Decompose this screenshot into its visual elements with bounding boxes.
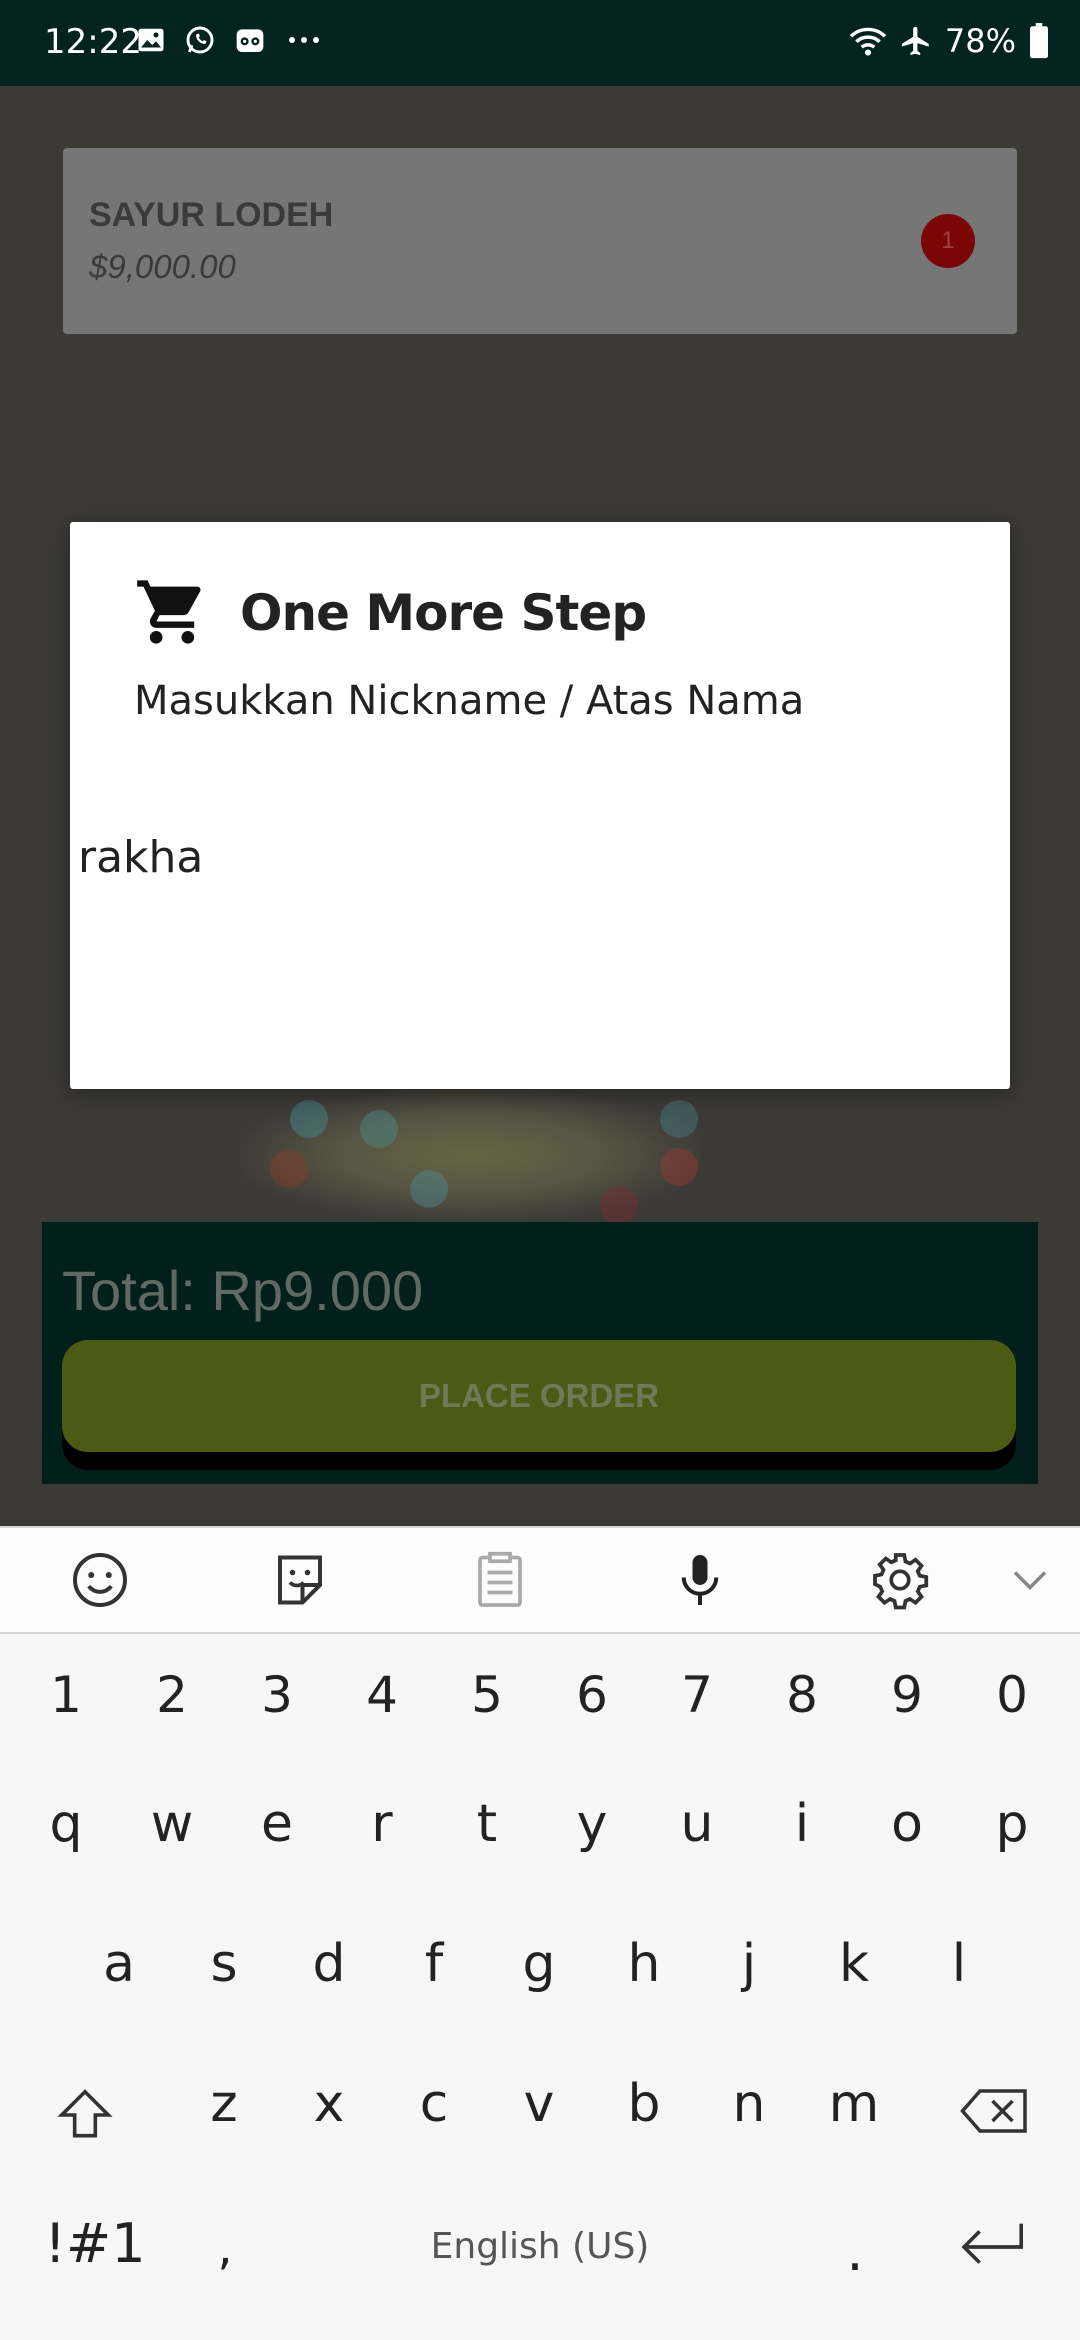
key-3[interactable]: 3: [236, 1666, 318, 1724]
keyboard-number-row: 1 2 3 4 5 6 7 8 9 0: [0, 1666, 1080, 1756]
food-image-decoration: [360, 1110, 398, 1148]
key-5[interactable]: 5: [446, 1666, 528, 1724]
sticker-icon[interactable]: [270, 1550, 330, 1610]
microphone-icon[interactable]: [670, 1550, 730, 1610]
gallery-icon: [136, 25, 166, 55]
more-dots-icon: [284, 25, 324, 55]
total-amount: Total: Rp9.000: [62, 1259, 424, 1322]
key-p[interactable]: p: [971, 1794, 1053, 1854]
order-footer: Total: Rp9.000 PLACE ORDER: [42, 1222, 1038, 1484]
nickname-input[interactable]: [78, 822, 978, 892]
symbols-key[interactable]: !#1: [40, 2212, 150, 2275]
keyboard-toolbar: [0, 1526, 1080, 1634]
keyboard-bottom-row: !#1 , English (US) .: [0, 2212, 1080, 2312]
key-m[interactable]: m: [813, 2074, 895, 2134]
key-j[interactable]: j: [708, 1934, 790, 1994]
gear-icon[interactable]: [870, 1550, 930, 1610]
key-w[interactable]: w: [131, 1794, 213, 1854]
dialog-title: One More Step: [240, 584, 647, 642]
cart-item: SAYUR LODEH $9,000.00 1: [63, 148, 1017, 334]
food-image-decoration: [660, 1100, 698, 1138]
key-r[interactable]: r: [341, 1794, 423, 1854]
on-screen-keyboard: 1 2 3 4 5 6 7 8 9 0 q w e r t y u i o p …: [0, 1526, 1080, 2340]
period-key[interactable]: .: [820, 2220, 890, 2283]
key-4[interactable]: 4: [341, 1666, 423, 1724]
key-t[interactable]: t: [446, 1794, 528, 1854]
key-e[interactable]: e: [236, 1794, 318, 1854]
keyboard-row-2: a s d f g h j k l: [0, 1934, 1080, 2024]
key-a[interactable]: a: [78, 1934, 160, 1994]
key-u[interactable]: u: [656, 1794, 738, 1854]
food-image-decoration: [290, 1100, 328, 1138]
food-image-decoration: [410, 1170, 448, 1208]
dialog-message: Masukkan Nickname / Atas Nama: [134, 678, 805, 724]
key-l[interactable]: l: [918, 1934, 1000, 1994]
food-image-decoration: [270, 1150, 308, 1188]
quantity-badge: 1: [921, 214, 975, 268]
keyboard-row-1: q w e r t y u i o p: [0, 1794, 1080, 1884]
key-0[interactable]: 0: [971, 1666, 1053, 1724]
status-time: 12:22: [44, 22, 142, 62]
key-2[interactable]: 2: [131, 1666, 213, 1724]
key-h[interactable]: h: [603, 1934, 685, 1994]
airplane-icon: [899, 24, 933, 58]
key-x[interactable]: x: [288, 2074, 370, 2134]
tripadvisor-icon: [234, 24, 266, 56]
chevron-down-icon[interactable]: [1000, 1550, 1060, 1610]
food-image-decoration: [660, 1148, 698, 1186]
key-i[interactable]: i: [761, 1794, 843, 1854]
key-g[interactable]: g: [498, 1934, 580, 1994]
keyboard-row-3: z x c v b n m: [0, 2074, 1080, 2164]
key-6[interactable]: 6: [551, 1666, 633, 1724]
key-z[interactable]: z: [183, 2074, 265, 2134]
key-n[interactable]: n: [708, 2074, 790, 2134]
status-bar: 12:22 78%: [0, 0, 1080, 86]
clipboard-icon[interactable]: [470, 1550, 530, 1610]
key-q[interactable]: q: [25, 1794, 107, 1854]
key-k[interactable]: k: [813, 1934, 895, 1994]
wifi-icon: [849, 24, 887, 58]
key-v[interactable]: v: [498, 2074, 580, 2134]
space-key[interactable]: English (US): [290, 2226, 790, 2267]
key-1[interactable]: 1: [25, 1666, 107, 1724]
key-y[interactable]: y: [551, 1794, 633, 1854]
key-s[interactable]: s: [183, 1934, 265, 1994]
battery-level: 78%: [944, 22, 1016, 60]
key-8[interactable]: 8: [761, 1666, 843, 1724]
key-9[interactable]: 9: [866, 1666, 948, 1724]
cart-item-name: SAYUR LODEH: [89, 196, 334, 234]
key-f[interactable]: f: [393, 1934, 475, 1994]
key-7[interactable]: 7: [656, 1666, 738, 1724]
enter-key[interactable]: [945, 2218, 1035, 2280]
food-image-decoration: [600, 1186, 638, 1224]
key-c[interactable]: c: [393, 2074, 475, 2134]
shift-key[interactable]: [50, 2084, 120, 2150]
battery-icon: [1028, 23, 1050, 59]
key-b[interactable]: b: [603, 2074, 685, 2134]
cart-item-price: $9,000.00: [89, 248, 236, 285]
comma-key[interactable]: ,: [190, 2220, 260, 2276]
nickname-dialog: One More Step Masukkan Nickname / Atas N…: [70, 522, 1010, 1089]
key-o[interactable]: o: [866, 1794, 948, 1854]
key-d[interactable]: d: [288, 1934, 370, 1994]
emoji-icon[interactable]: [70, 1550, 130, 1610]
place-order-button[interactable]: PLACE ORDER: [62, 1340, 1016, 1452]
backspace-key[interactable]: [955, 2086, 1035, 2140]
shopping-cart-icon: [134, 574, 210, 655]
whatsapp-icon: [184, 24, 216, 56]
